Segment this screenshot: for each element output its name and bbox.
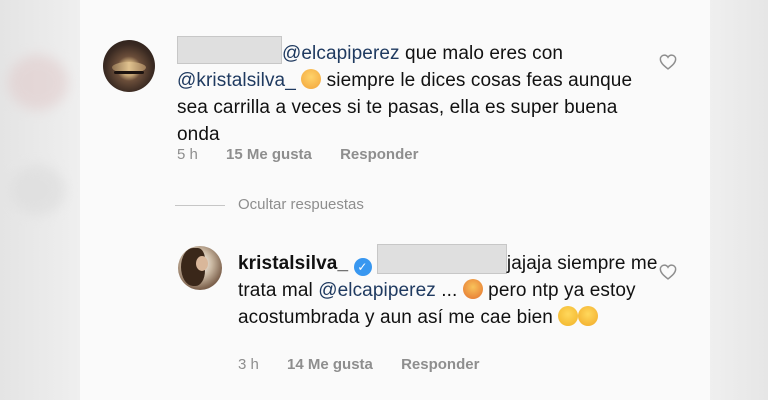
comment-meta: 5 h 15 Me gusta Responder xyxy=(177,146,442,163)
reply-time: 3 h xyxy=(238,356,259,373)
commenter-avatar[interactable] xyxy=(103,40,155,92)
winking-face-emoji-icon xyxy=(558,306,579,326)
redacted-username xyxy=(376,244,507,274)
hide-replies-divider xyxy=(175,205,225,206)
redacted-username xyxy=(177,36,282,64)
reply-meta: 3 h 14 Me gusta Responder xyxy=(238,356,503,373)
heart-outline-icon[interactable] xyxy=(659,54,677,70)
comment-text: @elcapiperez que malo eres con @kristals… xyxy=(177,36,647,148)
sad-face-emoji-icon xyxy=(301,69,322,89)
reply-avatar[interactable] xyxy=(178,246,222,290)
blurred-avatar xyxy=(10,165,65,215)
avatar-lash xyxy=(114,71,144,74)
comment-text-part: que malo eres con xyxy=(399,43,564,64)
reply-text-part: ... xyxy=(435,280,463,301)
mention-link[interactable]: @elcapiperez xyxy=(318,280,436,301)
reply-button[interactable]: Responder xyxy=(340,146,418,163)
heart-outline-icon[interactable] xyxy=(659,264,677,280)
mention-link[interactable]: @elcapiperez xyxy=(282,43,400,64)
likes-count-button[interactable]: 15 Me gusta xyxy=(226,146,312,163)
mention-link[interactable]: @kristalsilva_ xyxy=(177,70,296,91)
reply-text: kristalsilva_ ✓ jajaja siempre me trata … xyxy=(238,244,658,331)
comment-time: 5 h xyxy=(177,146,198,163)
tears-of-joy-emoji-icon xyxy=(578,306,599,326)
blurred-avatar xyxy=(8,55,68,110)
blurred-right-margin xyxy=(710,0,768,400)
blurred-left-margin xyxy=(0,0,80,400)
nauseated-face-emoji-icon xyxy=(462,279,483,299)
reply-button[interactable]: Responder xyxy=(401,356,479,373)
verified-badge-icon: ✓ xyxy=(353,258,372,276)
reply-username-link[interactable]: kristalsilva_ xyxy=(238,253,348,274)
hide-replies-button[interactable]: Ocultar respuestas xyxy=(238,196,364,213)
avatar-face xyxy=(196,256,208,271)
likes-count-button[interactable]: 14 Me gusta xyxy=(287,356,373,373)
